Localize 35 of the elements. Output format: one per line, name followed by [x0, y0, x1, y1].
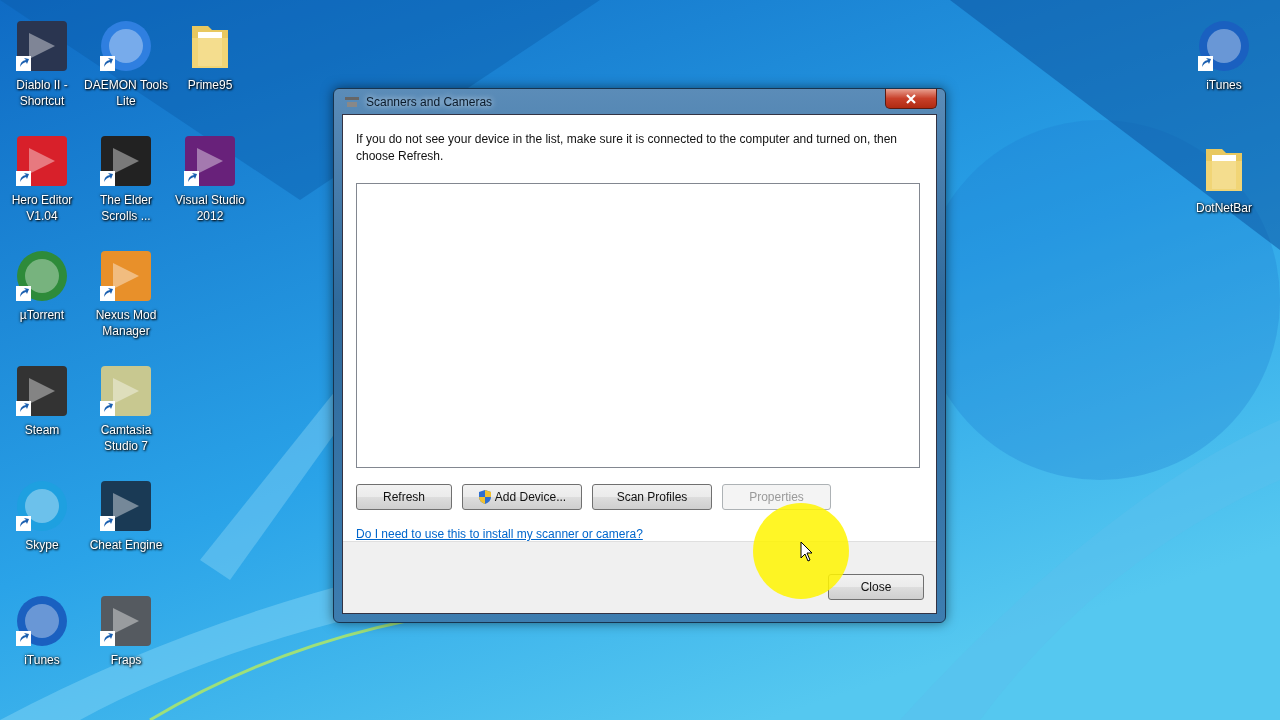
app-icon[interactable] — [1196, 18, 1252, 74]
icon-label: iTunes — [1206, 77, 1242, 93]
icon-label: The Elder Scrolls ... — [99, 192, 153, 224]
icon-label: Fraps — [110, 652, 142, 668]
icon-label: Hero Editor V1.04 — [10, 192, 74, 224]
app-icon[interactable] — [14, 593, 70, 649]
close-icon — [906, 93, 916, 104]
app-icon[interactable] — [98, 133, 154, 189]
icon-label: DotNetBar — [1196, 200, 1252, 216]
scanner-icon — [344, 94, 360, 109]
icon-label: µTorrent — [19, 307, 65, 323]
close-button[interactable] — [885, 89, 937, 109]
app-icon[interactable] — [182, 133, 238, 189]
icon-label: iTunes — [24, 652, 60, 668]
app-icon[interactable] — [98, 593, 154, 649]
icon-label: DAEMON Tools Lite — [84, 77, 168, 109]
window-title: Scanners and Cameras — [366, 94, 493, 109]
dialog-button[interactable]: Scan Profiles — [592, 484, 712, 510]
cursor-icon — [800, 541, 814, 563]
icon-label: Skype — [25, 537, 59, 553]
app-icon[interactable] — [98, 478, 154, 534]
icon-label: Prime95 — [187, 77, 233, 93]
icon-label: Cheat Engine — [89, 537, 163, 553]
instruction-text: If you do not see your device in the list, make sure it is connected to the computer and turned on, then choose Refresh. — [356, 131, 898, 165]
icon-label: Camtasia Studio 7 — [99, 422, 153, 454]
help-link[interactable]: Do I need to use this to install my scanner or camera? — [356, 527, 643, 541]
app-icon[interactable] — [14, 363, 70, 419]
close-button[interactable]: Close — [828, 574, 924, 600]
icon-label: Steam — [24, 422, 60, 438]
icon-label: Visual Studio 2012 — [174, 192, 246, 224]
app-icon[interactable] — [14, 18, 70, 74]
icon-label: Diablo II - Shortcut — [15, 77, 69, 109]
dialog-button[interactable]: Refresh — [356, 484, 452, 510]
icon-label: Nexus Mod Manager — [94, 307, 158, 339]
dialog-button[interactable]: Add Device... — [462, 484, 582, 510]
